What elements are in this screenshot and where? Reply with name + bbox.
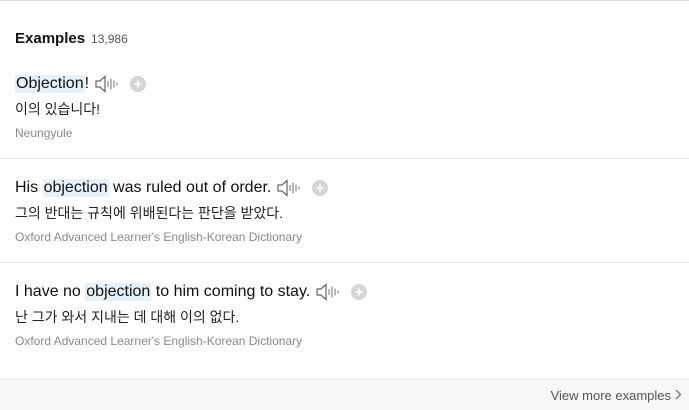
example-source: Oxford Advanced Learner's English-Korean… [15,334,303,348]
example-item: Objection! 이의 있습니다! Neungyule [0,72,689,159]
example-item: I have no objection to him coming to sta… [0,280,689,360]
view-more-label: View more examples [550,388,671,403]
sentence-text-after: ! [84,75,90,92]
add-to-wordbook-button[interactable] [130,76,147,92]
speaker-icon[interactable] [316,283,340,301]
plus-icon [316,184,324,192]
sentence-text-before: I have no [15,283,86,300]
example-source: Neungyule [15,126,73,140]
add-to-wordbook-button[interactable] [312,180,329,196]
examples-header: Examples 13,986 [15,30,128,47]
plus-icon [134,80,142,88]
example-translation: 난 그가 와서 지내는 데 대해 이의 없다. [15,309,240,325]
examples-title: Examples [15,30,86,47]
highlighted-word: objection [85,283,152,301]
view-more-examples-link[interactable]: View more examples [551,388,682,403]
example-sentence: Objection! [15,72,689,96]
add-to-wordbook-button[interactable] [351,284,368,300]
example-item: His objection was ruled out of order. 그의… [0,176,689,263]
example-translation: 이의 있습니다! [15,101,101,117]
examples-count: 13,986 [91,32,128,46]
speaker-icon[interactable] [277,179,301,197]
example-source: Oxford Advanced Learner's English-Korean… [15,230,303,244]
example-translation: 그의 반대는 규칙에 위배된다는 판단을 받았다. [15,205,284,221]
chevron-right-icon [675,388,682,403]
highlighted-word: objection [42,179,109,197]
highlighted-word: Objection [15,75,85,93]
speaker-icon[interactable] [95,75,119,93]
plus-icon [355,288,363,296]
examples-footer: View more examples [0,379,689,410]
sentence-text-before: His [15,179,43,196]
example-sentence: His objection was ruled out of order. [15,176,689,200]
example-sentence: I have no objection to him coming to sta… [15,280,689,304]
sentence-text-after: was ruled out of order. [108,179,272,196]
sentence-text-after: to him coming to stay. [151,283,311,300]
